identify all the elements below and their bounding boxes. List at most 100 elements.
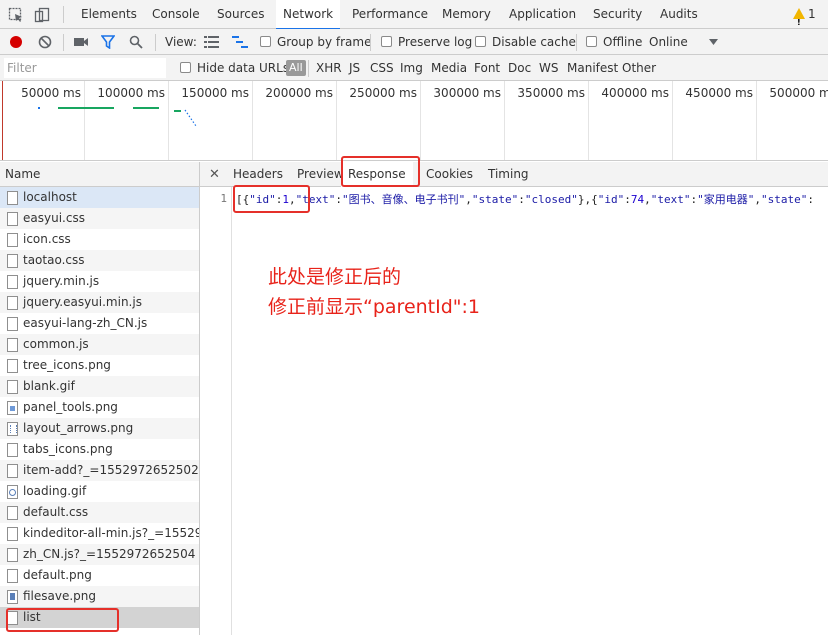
request-row[interactable]: default.css (0, 502, 199, 523)
tab-elements[interactable]: Elements (81, 0, 137, 29)
type-filter-css[interactable]: CSS (370, 55, 394, 81)
tab-application[interactable]: Application (509, 0, 576, 29)
tab-security[interactable]: Security (593, 0, 642, 29)
type-filter-manifest[interactable]: Manifest (567, 55, 618, 81)
tab-network[interactable]: Network (276, 0, 341, 30)
checkbox-box[interactable] (586, 36, 597, 47)
timeline-gridline (420, 81, 421, 160)
detail-tab-headers[interactable]: Headers (233, 162, 283, 187)
detail-tab-preview[interactable]: Preview (297, 162, 344, 187)
request-row[interactable]: icon.css (0, 229, 199, 250)
large-rows-icon[interactable] (204, 36, 219, 48)
request-name: taotao.css (23, 253, 85, 267)
hide-data-urls-checkbox[interactable]: Hide data URLs (180, 55, 289, 81)
request-row[interactable]: list (0, 607, 199, 628)
doc-icon (7, 359, 18, 373)
warning-counter[interactable]: 1 (793, 0, 816, 37)
filter-input[interactable] (4, 58, 166, 78)
clear-icon[interactable] (37, 34, 53, 50)
search-icon[interactable] (129, 35, 143, 49)
type-filter-doc[interactable]: Doc (508, 55, 531, 81)
request-row[interactable]: taotao.css (0, 250, 199, 271)
checkbox-box[interactable] (381, 36, 392, 47)
screenshot-camera-icon[interactable] (73, 35, 89, 49)
request-name: loading.gif (23, 484, 87, 498)
timeline-tick-label: 350000 ms (517, 86, 585, 100)
request-row[interactable]: loading.gif (0, 481, 199, 502)
device-toolbar-icon[interactable] (34, 7, 50, 23)
request-name: filesave.png (23, 589, 97, 603)
group-by-frame-checkbox[interactable]: Group by frame (260, 29, 371, 55)
request-row[interactable]: kindeditor-all-min.js?_=15529... (0, 523, 199, 544)
loading-image-icon (7, 485, 18, 499)
request-row[interactable]: tabs_icons.png (0, 439, 199, 460)
checkbox-box[interactable] (260, 36, 271, 47)
checkbox-box[interactable] (475, 36, 486, 47)
request-name: jquery.easyui.min.js (23, 295, 142, 309)
request-row[interactable]: zh_CN.js?_=1552972652504 (0, 544, 199, 565)
name-column-header[interactable]: Name (0, 162, 200, 187)
request-name: localhost (23, 190, 77, 204)
request-row[interactable]: jquery.min.js (0, 271, 199, 292)
detail-tab-timing[interactable]: Timing (488, 162, 529, 187)
network-overview-timeline[interactable]: 50000 ms 100000 ms 150000 ms 200000 ms 25000… (0, 81, 828, 161)
response-token: "closed" (524, 193, 578, 206)
request-row[interactable]: tree_icons.png (0, 355, 199, 376)
tab-memory[interactable]: Memory (442, 0, 491, 29)
type-filter-media[interactable]: Media (431, 55, 467, 81)
request-row[interactable]: easyui-lang-zh_CN.js (0, 313, 199, 334)
request-row[interactable]: easyui.css (0, 208, 199, 229)
timeline-gridline (336, 81, 337, 160)
type-filter-font[interactable]: Font (474, 55, 500, 81)
inspect-element-icon[interactable] (8, 7, 24, 23)
tab-performance[interactable]: Performance (352, 0, 428, 29)
request-name: list (23, 610, 41, 624)
request-row[interactable]: filesave.png (0, 586, 199, 607)
type-filter-other[interactable]: Other (622, 55, 656, 81)
doc-icon (7, 464, 18, 478)
type-filter-ws[interactable]: WS (539, 55, 558, 81)
toolbar-divider (308, 60, 309, 77)
request-name: kindeditor-all-min.js?_=15529... (23, 526, 199, 540)
tab-audits[interactable]: Audits (660, 0, 698, 29)
type-filter-js[interactable]: JS (349, 55, 360, 81)
request-row[interactable]: jquery.easyui.min.js (0, 292, 199, 313)
throttling-select[interactable]: Online (649, 29, 688, 55)
toolbar-divider (63, 34, 64, 51)
response-token: "家用电器" (697, 193, 755, 206)
doc-icon (7, 317, 18, 331)
tab-console[interactable]: Console (152, 0, 200, 29)
doc-icon (7, 212, 18, 226)
request-row[interactable]: localhost (0, 187, 199, 208)
type-filter-img[interactable]: Img (400, 55, 423, 81)
request-row[interactable]: layout_arrows.png (0, 418, 199, 439)
offline-checkbox[interactable]: Offline (586, 29, 642, 55)
request-name: tree_icons.png (23, 358, 111, 372)
close-icon[interactable]: ✕ (209, 162, 220, 187)
request-name: blank.gif (23, 379, 75, 393)
detail-tab-response[interactable]: Response (341, 162, 413, 187)
chevron-down-icon[interactable] (709, 39, 718, 45)
request-row[interactable]: item-add?_=1552972652502 (0, 460, 199, 481)
devtools-tab-bar: Elements Console Sources Network Performance… (0, 0, 828, 37)
request-row[interactable]: common.js (0, 334, 199, 355)
request-row[interactable]: blank.gif (0, 376, 199, 397)
type-filter-all[interactable]: All (286, 60, 306, 76)
timeline-gridline (504, 81, 505, 160)
timeline-tick-label: 300000 ms (433, 86, 501, 100)
doc-icon (7, 506, 18, 520)
doc-icon (7, 380, 18, 394)
request-row[interactable]: default.png (0, 565, 199, 586)
detail-tab-cookies[interactable]: Cookies (426, 162, 473, 187)
checkbox-box[interactable] (180, 62, 191, 73)
waterfall-overview-icon[interactable] (232, 36, 248, 48)
type-filter-xhr[interactable]: XHR (316, 55, 342, 81)
tab-sources[interactable]: Sources (217, 0, 264, 29)
request-row[interactable]: panel_tools.png (0, 397, 199, 418)
record-icon[interactable] (8, 34, 24, 50)
preserve-log-checkbox[interactable]: Preserve log (381, 29, 472, 55)
filter-funnel-icon[interactable] (101, 35, 115, 49)
doc-icon (7, 338, 18, 352)
timeline-request-mark (38, 107, 40, 109)
disable-cache-checkbox[interactable]: Disable cache (475, 29, 576, 55)
